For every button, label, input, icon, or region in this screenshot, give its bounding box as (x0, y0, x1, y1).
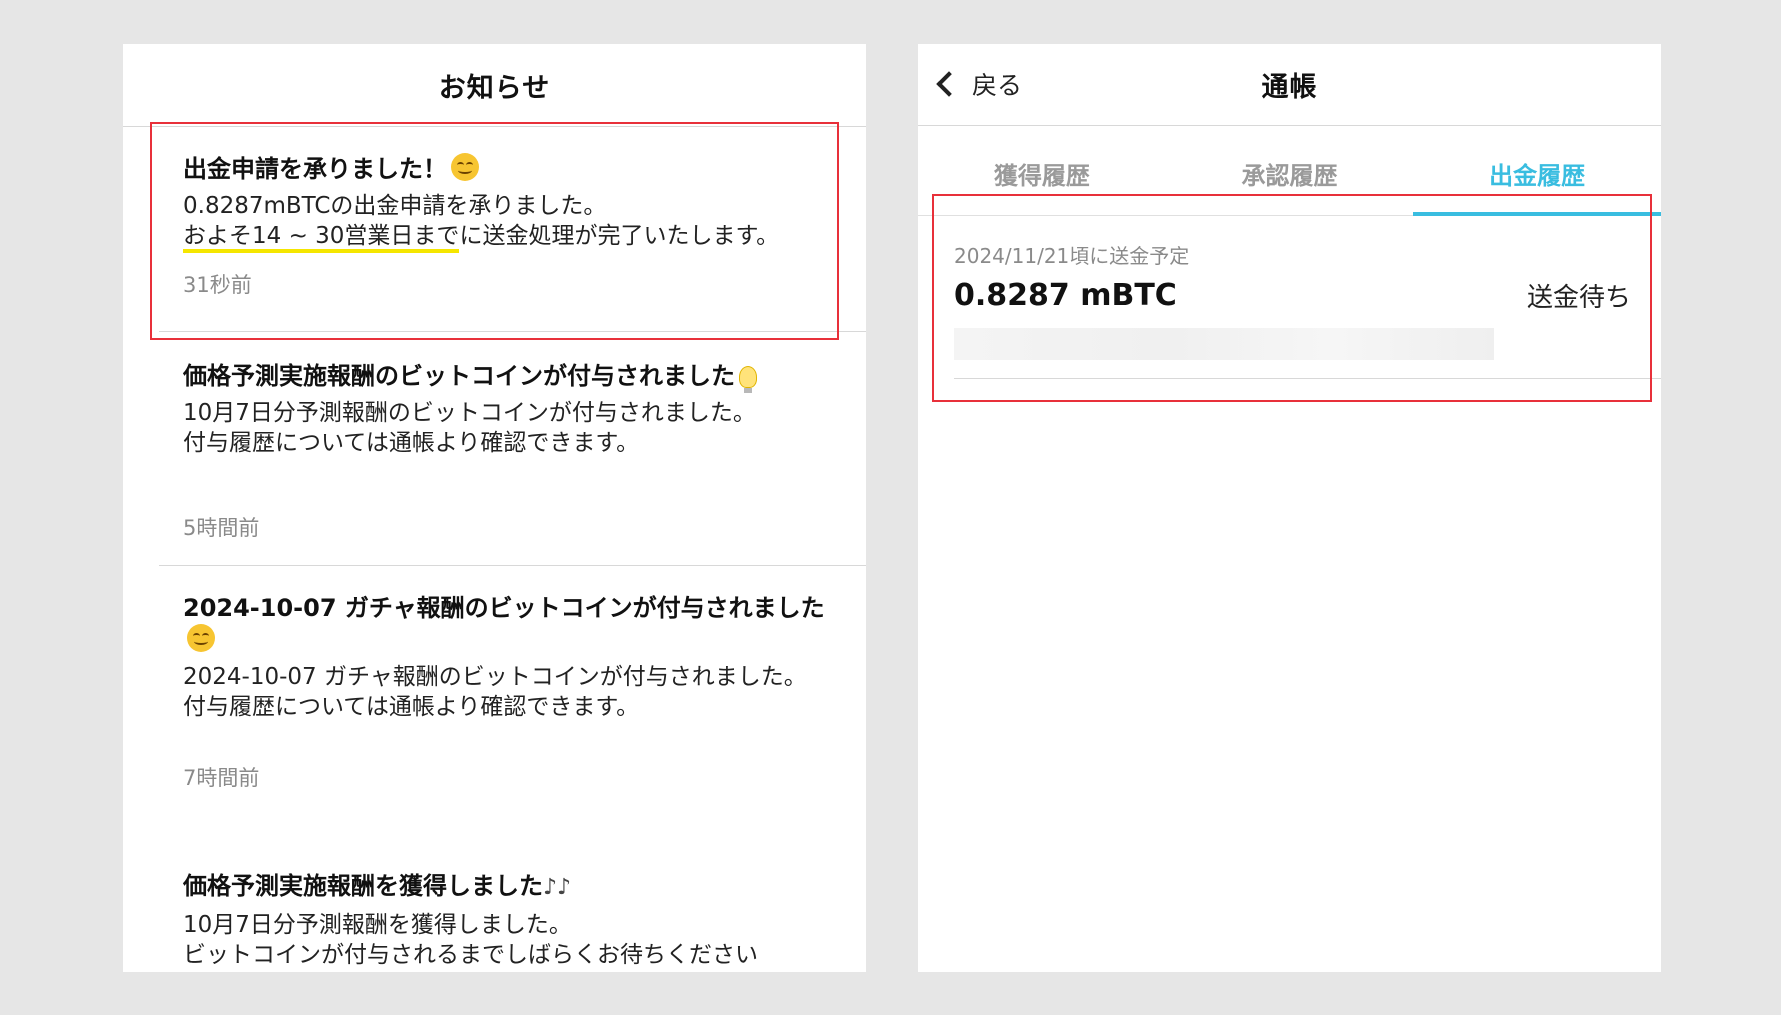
notice-title: 価格予測実施報酬のビットコインが付与されました (183, 362, 735, 390)
smile-emoji-icon (451, 153, 479, 181)
smile-emoji-icon (187, 624, 215, 652)
history-tabs: 獲得履歴 承認履歴 出金履歴 (918, 126, 1661, 216)
page-title: 通帳 (1261, 72, 1318, 103)
notice-item[interactable]: 2024-10-07 ガチャ報酬のビットコインが付与されました 2024-10-… (159, 566, 866, 844)
passbook-header: 戻る 通帳 (918, 44, 1661, 126)
tab-approved-history[interactable]: 承認履歴 (1166, 126, 1414, 215)
tab-withdrawal-history[interactable]: 出金履歴 (1413, 126, 1661, 216)
tab-earned-history[interactable]: 獲得履歴 (918, 126, 1166, 215)
notice-time: 31秒前 (183, 273, 252, 297)
notice-body: 0.8287mBTCの出金申請を承りました。 およそ14 ~ 30営業日までに送… (183, 191, 866, 253)
lightbulb-icon (739, 366, 757, 393)
scheduled-date: 2024/11/21頃に送金予定 (954, 244, 1190, 268)
highlight-text: およそ14 ~ 30営業日まで (183, 223, 460, 253)
notice-body: 10月7日分予測報酬を獲得しました。 ビットコインが付与されるまでしばらくお待ち… (183, 912, 758, 968)
passbook-panel: 戻る 通帳 獲得履歴 承認履歴 出金履歴 2024/11/21頃に送金予定 0.… (918, 44, 1661, 972)
notice-body: 10月7日分予測報酬のビットコインが付与されました。 付与履歴については通帳より… (183, 400, 756, 456)
notice-title: 2024-10-07 ガチャ報酬のビットコインが付与されました (183, 594, 825, 622)
blurred-info (954, 328, 1494, 360)
notice-body: 2024-10-07 ガチャ報酬のビットコインが付与されました。 付与履歴につい… (183, 664, 807, 720)
notice-time: 5時間前 (183, 516, 260, 540)
withdrawal-record[interactable]: 2024/11/21頃に送金予定 0.8287 mBTC 送金待ち (954, 216, 1661, 379)
page-title: お知らせ (438, 72, 551, 104)
notice-title: 価格予測実施報酬を獲得しました (183, 872, 543, 900)
notifications-panel: お知らせ 出金申請を承りました！ 0.8287mBTCの出金申請を承りました。 … (123, 44, 866, 972)
notice-time: 7時間前 (183, 766, 260, 790)
music-notes-icon: ♪♪ (543, 875, 572, 900)
notice-title: 出金申請を承りました！ (183, 155, 447, 183)
back-button[interactable]: 戻る (936, 66, 1023, 102)
withdrawal-amount: 0.8287 mBTC (954, 278, 1177, 313)
notifications-header: お知らせ (123, 44, 866, 127)
chevron-left-icon (936, 71, 962, 97)
notice-item[interactable]: 価格予測実施報酬のビットコインが付与されました 10月7日分予測報酬のビットコイ… (159, 332, 866, 566)
notice-item[interactable]: 価格予測実施報酬を獲得しました♪♪ 10月7日分予測報酬を獲得しました。 ビット… (159, 844, 866, 970)
back-label: 戻る (972, 71, 1023, 100)
notice-item[interactable]: 出金申請を承りました！ 0.8287mBTCの出金申請を承りました。 およそ14… (159, 127, 866, 332)
status-badge: 送金待ち (1526, 283, 1631, 313)
